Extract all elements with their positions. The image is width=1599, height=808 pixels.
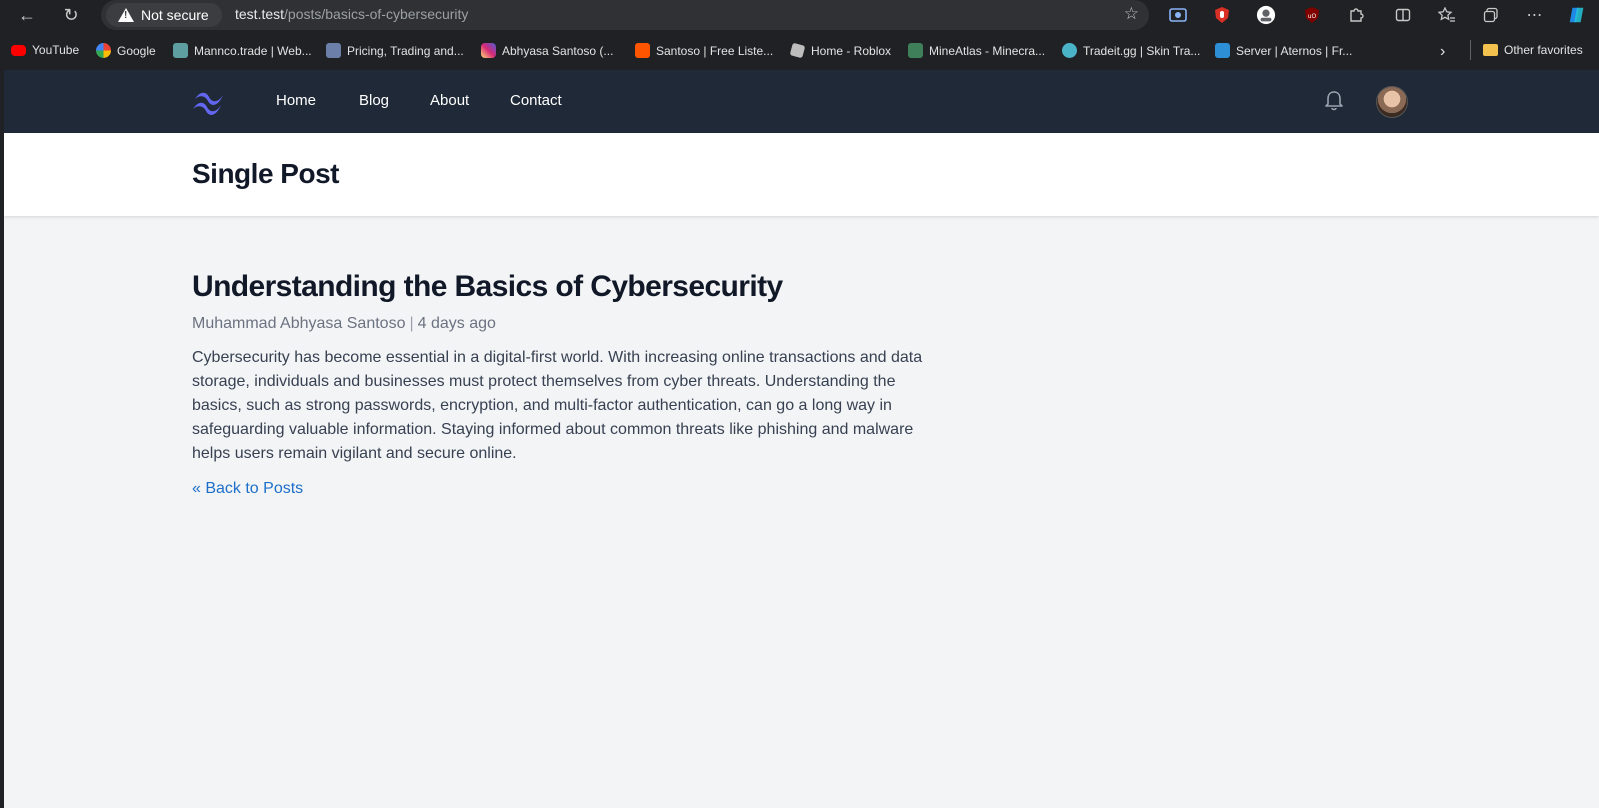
- red-extension-icon[interactable]: [1212, 5, 1232, 25]
- post-date: 4 days ago: [417, 315, 496, 332]
- back-arrow-icon[interactable]: ←: [14, 3, 40, 27]
- bookmarks-separator: [1470, 40, 1471, 60]
- instagram-icon: [481, 43, 496, 58]
- bookmark-label: Santoso | Free Liste...: [656, 43, 774, 58]
- mineatlas-icon: [908, 43, 923, 58]
- page-viewport: Home Blog About Contact Single Post Unde…: [4, 70, 1599, 808]
- profile-extension-icon[interactable]: [1256, 5, 1276, 25]
- bookmark-mannco[interactable]: Mannco.trade | Web...: [173, 43, 312, 58]
- url-path: /posts/basics-of-cybersecurity: [284, 6, 469, 22]
- bookmark-label: YouTube: [32, 43, 80, 57]
- bookmark-pricing[interactable]: Pricing, Trading and...: [326, 43, 464, 58]
- bookmark-soundcloud[interactable]: Santoso | Free Liste...: [635, 43, 773, 58]
- tf-icon: [326, 43, 341, 58]
- address-bar[interactable]: Not secure test.test/posts/basics-of-cyb…: [101, 0, 1149, 30]
- meta-separator: |: [409, 315, 414, 332]
- tradeit-icon: [1062, 43, 1077, 58]
- split-screen-icon[interactable]: [1393, 5, 1413, 25]
- bookmark-label: Home - Roblox: [811, 43, 892, 58]
- favorite-star-icon[interactable]: ☆: [1124, 4, 1139, 24]
- aternos-icon: [1215, 43, 1230, 58]
- bookmark-label: Mannco.trade | Web...: [194, 43, 312, 58]
- post-body: Cybersecurity has become essential in a …: [192, 346, 962, 466]
- bookmark-other-favorites[interactable]: Other favorites: [1483, 43, 1583, 57]
- nav-blog[interactable]: Blog: [359, 92, 389, 109]
- back-to-posts-link[interactable]: « Back to Posts: [192, 480, 303, 498]
- collections-icon[interactable]: [1481, 5, 1501, 25]
- security-indicator[interactable]: Not secure: [106, 3, 222, 27]
- bookmark-youtube[interactable]: YouTube: [11, 43, 79, 57]
- soundcloud-icon: [635, 43, 650, 58]
- browser-toolbar: ← ↻ Not secure test.test/posts/basics-of…: [0, 0, 1599, 30]
- notifications-bell-icon[interactable]: [1324, 90, 1344, 112]
- site-navbar: Home Blog About Contact: [4, 70, 1599, 133]
- mannco-icon: [173, 43, 188, 58]
- post-body-line: helps users remain vigilant and secure o…: [192, 445, 517, 462]
- url-host: test.test: [235, 6, 285, 22]
- bookmarks-overflow-chevron-icon[interactable]: ›: [1440, 43, 1445, 61]
- nav-about[interactable]: About: [430, 92, 469, 109]
- bookmark-label: Abhyasa Santoso (...: [502, 43, 614, 58]
- youtube-icon: [11, 44, 26, 56]
- bookmark-mineatlas[interactable]: MineAtlas - Minecra...: [908, 43, 1045, 58]
- warning-icon: [118, 8, 134, 22]
- extensions-puzzle-icon[interactable]: [1346, 5, 1366, 25]
- post-meta: Muhammad Abhyasa Santoso | 4 days ago: [192, 315, 496, 333]
- post-body-line: storage, individuals and businesses must…: [192, 373, 896, 390]
- user-avatar[interactable]: [1376, 86, 1408, 118]
- bookmark-label: Pricing, Trading and...: [347, 43, 464, 58]
- google-icon: [96, 43, 111, 58]
- post-body-line: safeguarding valuable information. Stayi…: [192, 421, 914, 438]
- nav-contact[interactable]: Contact: [510, 92, 562, 109]
- svg-text:uO: uO: [1308, 13, 1317, 20]
- bookmark-label: Tradeit.gg | Skin Tra...: [1083, 43, 1201, 58]
- post-body-line: Cybersecurity has become essential in a …: [192, 349, 923, 366]
- more-menu-icon[interactable]: ⋯: [1525, 5, 1545, 25]
- bookmark-label: Google: [117, 43, 156, 58]
- bookmark-aternos[interactable]: Server | Aternos | Fr...: [1215, 43, 1352, 58]
- bookmark-label: MineAtlas - Minecra...: [929, 43, 1046, 58]
- bookmark-instagram[interactable]: Abhyasa Santoso (...: [481, 43, 613, 58]
- page-title: Single Post: [192, 158, 339, 189]
- bookmark-tradeit[interactable]: Tradeit.gg | Skin Tra...: [1062, 43, 1200, 58]
- post-body-line: basics, such as strong passwords, encryp…: [192, 397, 892, 414]
- bookmark-google[interactable]: Google: [96, 43, 156, 58]
- bookmark-label: Other favorites: [1504, 43, 1583, 57]
- ublock-icon[interactable]: uO: [1302, 5, 1322, 25]
- bookmarks-bar: YouTube Google Mannco.trade | Web... Pri…: [0, 36, 1599, 66]
- copilot-icon[interactable]: [1567, 5, 1587, 25]
- url-text[interactable]: test.test/posts/basics-of-cybersecurity: [235, 6, 468, 22]
- refresh-icon[interactable]: ↻: [58, 3, 84, 27]
- security-label: Not secure: [141, 7, 209, 23]
- post-title: Understanding the Basics of Cybersecurit…: [192, 270, 783, 303]
- roblox-icon: [789, 42, 806, 59]
- bookmark-label: Server | Aternos | Fr...: [1236, 43, 1353, 58]
- post-author: Muhammad Abhyasa Santoso: [192, 315, 406, 332]
- favorites-icon[interactable]: [1437, 5, 1457, 25]
- bookmark-roblox[interactable]: Home - Roblox: [789, 42, 892, 59]
- page-header: Single Post: [4, 133, 1599, 216]
- tailwind-logo-icon[interactable]: [191, 87, 227, 117]
- nav-home[interactable]: Home: [276, 92, 316, 109]
- screen-share-extension-icon[interactable]: [1168, 5, 1188, 25]
- folder-icon: [1483, 44, 1498, 56]
